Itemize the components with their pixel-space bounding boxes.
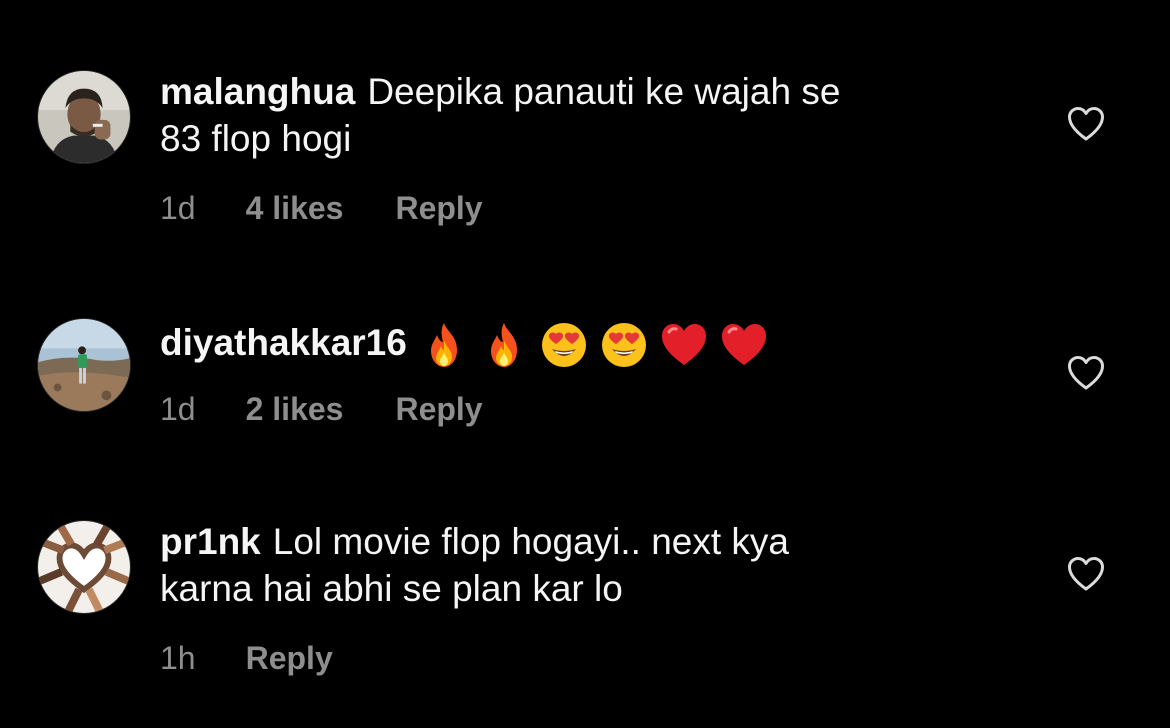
comment-body-line1: Lol movie flop hogayi.. next kya xyxy=(272,521,789,562)
heart-eyes-emoji xyxy=(599,320,649,370)
like-button[interactable] xyxy=(1067,355,1105,391)
username[interactable]: diyathakkar16 xyxy=(160,322,407,363)
heart-eyes-emoji xyxy=(539,320,589,370)
comment-body-line1: Deepika panauti ke wajah se xyxy=(367,71,841,112)
heart-outline-icon xyxy=(1068,107,1104,141)
reply-button[interactable]: Reply xyxy=(246,640,333,677)
comment-meta: 1d 4 likes Reply xyxy=(160,190,483,227)
heart-outline-icon xyxy=(1068,356,1104,390)
username[interactable]: malanghua xyxy=(160,71,355,112)
hands-heart-avatar xyxy=(38,521,130,613)
comment-body-line2: 83 flop hogi xyxy=(160,118,352,159)
fire-emoji xyxy=(419,320,469,370)
red-heart-emoji xyxy=(719,320,769,370)
like-button[interactable] xyxy=(1067,556,1105,592)
avatar[interactable] xyxy=(37,520,131,614)
avatar[interactable] xyxy=(37,318,131,412)
reply-button[interactable]: Reply xyxy=(395,190,482,227)
red-heart-emoji xyxy=(659,320,709,370)
timestamp: 1d xyxy=(160,391,196,427)
reply-button[interactable]: Reply xyxy=(395,391,482,428)
like-button[interactable] xyxy=(1067,106,1105,142)
comment-body-line2: karna hai abhi se plan kar lo xyxy=(160,568,623,609)
likes-count[interactable]: 4 likes xyxy=(246,190,344,227)
man-smoking-avatar xyxy=(38,71,130,163)
timestamp: 1d xyxy=(160,190,196,226)
comment-text: malanghua Deepika panauti ke wajah se 83 … xyxy=(160,68,960,162)
comment-meta: 1h Reply xyxy=(160,640,333,677)
timestamp: 1h xyxy=(160,640,196,676)
comment-text: pr1nk Lol movie flop hogayi.. next kya ka… xyxy=(160,518,960,612)
woman-on-hill-avatar xyxy=(38,319,130,411)
heart-outline-icon xyxy=(1068,557,1104,591)
comment-text: diyathakkar16 xyxy=(160,318,960,370)
comment-meta: 1d 2 likes Reply xyxy=(160,391,483,428)
likes-count[interactable]: 2 likes xyxy=(246,391,344,428)
avatar[interactable] xyxy=(37,70,131,164)
fire-emoji xyxy=(479,320,529,370)
username[interactable]: pr1nk xyxy=(160,521,261,562)
